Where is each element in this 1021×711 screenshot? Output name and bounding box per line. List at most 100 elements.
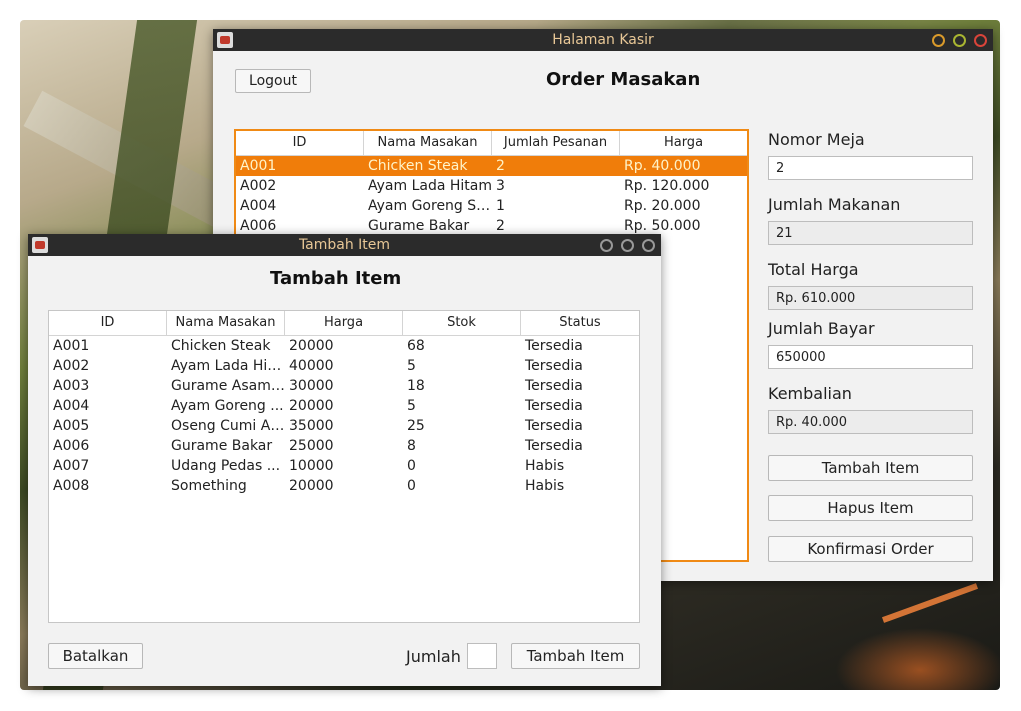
- cell-status: Tersedia: [525, 338, 583, 354]
- tambah-item-dialog: Tambah Item Tambah Item ID Nama Masakan …: [28, 234, 661, 686]
- total-harga-field: Rp. 610.000: [768, 286, 973, 310]
- cell-status: Tersedia: [525, 398, 583, 414]
- cell-id: A001: [53, 338, 90, 354]
- main-window-title: Halaman Kasir: [552, 32, 654, 48]
- logout-button[interactable]: Logout: [235, 69, 311, 93]
- close-icon[interactable]: [642, 239, 655, 252]
- kembalian-label: Kembalian: [768, 384, 852, 403]
- cell-harga: 20000: [289, 338, 334, 354]
- konfirmasi-order-button[interactable]: Konfirmasi Order: [768, 536, 973, 562]
- table-row[interactable]: A006 Gurame Bakar 25000 8 Tersedia: [49, 436, 639, 456]
- cell-harga: Rp. 120.000: [624, 178, 710, 194]
- app-icon: [217, 32, 233, 48]
- cell-id: A008: [53, 478, 90, 494]
- cell-stok: 8: [407, 438, 416, 454]
- column-header-stok[interactable]: Stok: [403, 311, 521, 335]
- cell-harga: Rp. 20.000: [624, 198, 701, 214]
- cell-nama: Gurame Bakar: [171, 438, 273, 454]
- hapus-item-button[interactable]: Hapus Item: [768, 495, 973, 521]
- cell-id: A007: [53, 458, 90, 474]
- cell-id: A001: [240, 158, 277, 174]
- minimize-icon[interactable]: [600, 239, 613, 252]
- table-row[interactable]: A004 Ayam Goreng Se... 1 Rp. 20.000: [236, 196, 747, 216]
- cell-nama: Gurame Asam ...: [171, 378, 285, 394]
- cell-id: A002: [53, 358, 90, 374]
- dialog-tambah-item-button[interactable]: Tambah Item: [511, 643, 640, 669]
- cell-id: A004: [240, 198, 277, 214]
- table-row[interactable]: A007 Udang Pedas ... 10000 0 Habis: [49, 456, 639, 476]
- cell-harga: 25000: [289, 438, 334, 454]
- cell-status: Tersedia: [525, 358, 583, 374]
- table-row[interactable]: A006 Gurame Bakar 2 Rp. 50.000: [236, 216, 747, 236]
- cell-nama: Something: [171, 478, 247, 494]
- window-controls: [932, 34, 987, 47]
- cell-id: A005: [53, 418, 90, 434]
- cell-nama: Chicken Steak: [171, 338, 271, 354]
- table-row[interactable]: A003 Gurame Asam ... 30000 18 Tersedia: [49, 376, 639, 396]
- column-header-nama-masakan[interactable]: Nama Masakan: [364, 131, 492, 155]
- column-header-nama-masakan[interactable]: Nama Masakan: [167, 311, 285, 335]
- cell-status: Tersedia: [525, 418, 583, 434]
- nomor-meja-field[interactable]: 2: [768, 156, 973, 180]
- cell-jumlah: 2: [496, 218, 505, 234]
- cell-status: Habis: [525, 478, 565, 494]
- column-header-jumlah-pesanan[interactable]: Jumlah Pesanan: [492, 131, 620, 155]
- cell-jumlah: 2: [496, 158, 505, 174]
- kembalian-field: Rp. 40.000: [768, 410, 973, 434]
- cell-nama: Udang Pedas ...: [171, 458, 281, 474]
- app-icon: [32, 237, 48, 253]
- table-row[interactable]: A004 Ayam Goreng ... 20000 5 Tersedia: [49, 396, 639, 416]
- dialog-titlebar[interactable]: Tambah Item: [28, 234, 661, 256]
- table-row[interactable]: A002 Ayam Lada Hit... 40000 5 Tersedia: [49, 356, 639, 376]
- cell-id: A004: [53, 398, 90, 414]
- maximize-icon[interactable]: [621, 239, 634, 252]
- jumlah-bayar-field[interactable]: 650000: [768, 345, 973, 369]
- cell-jumlah: 3: [496, 178, 505, 194]
- cell-stok: 0: [407, 478, 416, 494]
- nomor-meja-label: Nomor Meja: [768, 130, 865, 149]
- page-title: Order Masakan: [546, 69, 701, 90]
- item-table[interactable]: ID Nama Masakan Harga Stok Status A001 Ch…: [48, 310, 640, 623]
- minimize-icon[interactable]: [932, 34, 945, 47]
- table-row[interactable]: A005 Oseng Cumi As... 35000 25 Tersedia: [49, 416, 639, 436]
- cell-nama: Gurame Bakar: [368, 218, 470, 234]
- tambah-item-button[interactable]: Tambah Item: [768, 455, 973, 481]
- cell-stok: 25: [407, 418, 425, 434]
- column-header-status[interactable]: Status: [521, 311, 639, 335]
- cell-harga: 40000: [289, 358, 334, 374]
- dialog-title: Tambah Item: [298, 237, 391, 253]
- cell-nama: Ayam Lada Hitam: [368, 178, 492, 194]
- jumlah-bayar-label: Jumlah Bayar: [768, 319, 875, 338]
- table-row[interactable]: A002 Ayam Lada Hitam 3 Rp. 120.000: [236, 176, 747, 196]
- jumlah-label: Jumlah: [406, 647, 461, 666]
- column-header-id[interactable]: ID: [49, 311, 167, 335]
- maximize-icon[interactable]: [953, 34, 966, 47]
- column-header-harga[interactable]: Harga: [620, 131, 747, 155]
- close-icon[interactable]: [974, 34, 987, 47]
- total-harga-label: Total Harga: [768, 260, 859, 279]
- cell-nama: Ayam Goreng Se...: [368, 198, 492, 214]
- batalkan-button[interactable]: Batalkan: [48, 643, 143, 669]
- cell-harga: Rp. 40.000: [624, 158, 701, 174]
- cell-id: A003: [53, 378, 90, 394]
- main-titlebar[interactable]: Halaman Kasir: [213, 29, 993, 51]
- jumlah-makanan-label: Jumlah Makanan: [768, 195, 901, 214]
- cell-nama: Ayam Lada Hit...: [171, 358, 285, 374]
- jumlah-input[interactable]: [467, 643, 497, 669]
- jumlah-makanan-field: 21: [768, 221, 973, 245]
- table-row[interactable]: A008 Something 20000 0 Habis: [49, 476, 639, 496]
- column-header-id[interactable]: ID: [236, 131, 364, 155]
- cell-harga: 20000: [289, 398, 334, 414]
- cell-status: Habis: [525, 458, 565, 474]
- cell-stok: 5: [407, 358, 416, 374]
- order-table-header: ID Nama Masakan Jumlah Pesanan Harga: [236, 131, 747, 156]
- cell-harga: 20000: [289, 478, 334, 494]
- cell-nama: Oseng Cumi As...: [171, 418, 285, 434]
- cell-status: Tersedia: [525, 378, 583, 394]
- column-header-harga[interactable]: Harga: [285, 311, 403, 335]
- cell-stok: 0: [407, 458, 416, 474]
- cell-stok: 5: [407, 398, 416, 414]
- table-row[interactable]: A001 Chicken Steak 2 Rp. 40.000: [236, 156, 747, 176]
- cell-nama: Ayam Goreng ...: [171, 398, 284, 414]
- table-row[interactable]: A001 Chicken Steak 20000 68 Tersedia: [49, 336, 639, 356]
